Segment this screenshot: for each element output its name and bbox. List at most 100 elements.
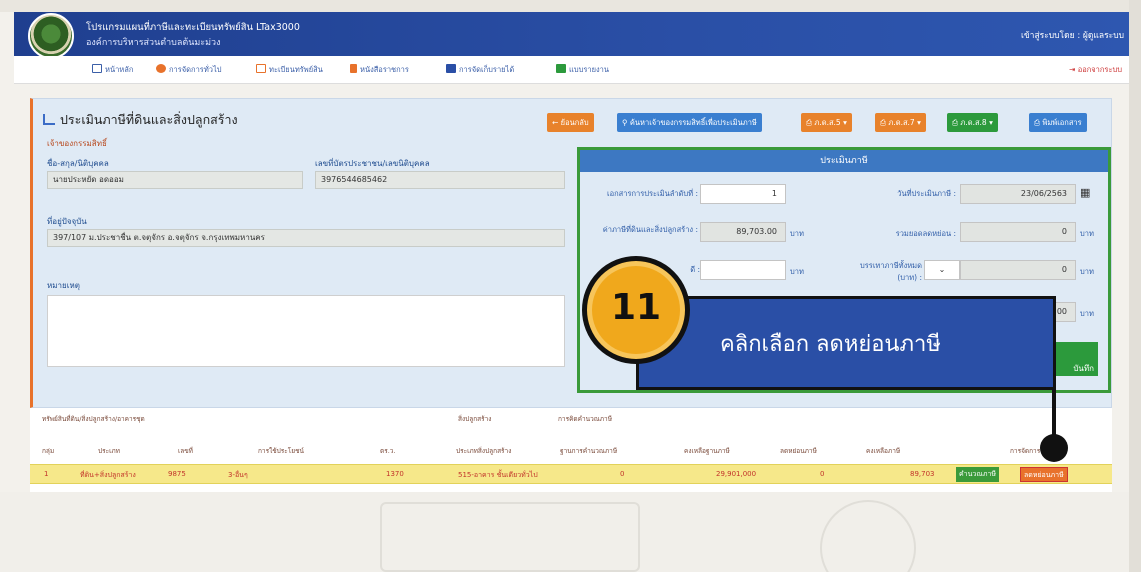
exempt-select[interactable]: ⌄	[924, 260, 960, 280]
cell-discount: 0	[820, 470, 825, 478]
col-discount: ลดหย่อนภาษี	[780, 447, 817, 455]
col-remaining-base: คงเหลือฐานภาษี	[684, 447, 730, 455]
address-label: ที่อยู่ปัจจุบัน	[47, 217, 87, 226]
tax-label: ค่าภาษีที่ดินและสิ่งปลูกสร้าง :	[602, 225, 698, 234]
org-name: องค์การบริหารส่วนตำบลต้นมะม่วง	[86, 38, 221, 48]
calculate-tax-button[interactable]: คำนวณภาษี	[956, 467, 999, 482]
owner-name-field[interactable]: นายประหยัด อดออม	[47, 171, 303, 189]
print-label: พิมพ์เอกสาร	[1042, 118, 1082, 127]
form7-button[interactable]: ⎙ ภ.ด.ส.7 ▾	[875, 113, 926, 132]
arrow-left-icon: ←	[552, 118, 561, 127]
nav-home-label: หน้าหลัก	[105, 65, 134, 74]
cell-remaining-base: 29,901,000	[716, 470, 757, 478]
search-owner-label: ค้นหาเจ้าของกรรมสิทธิ์เพื่อประเมินภาษี	[629, 118, 757, 127]
name-label: ชื่อ-สกุล/นิติบุคคล	[47, 159, 109, 168]
nav-property-label: ทะเบียนทรัพย์สิน	[269, 65, 323, 74]
search-owner-button[interactable]: ⚲ ค้นหาเจ้าของกรรมสิทธิ์เพื่อประเมินภาษี	[617, 113, 762, 132]
search-icon: ⚲	[622, 118, 630, 127]
table-group-property: ทรัพย์สินที่ดิน/สิ่งปลูกสร้าง/อาคารชุด	[42, 415, 145, 423]
doc-no-input[interactable]: 1	[700, 184, 786, 204]
nav-home[interactable]: หน้าหลัก	[92, 64, 133, 76]
tax-unit: บาท	[790, 229, 804, 238]
date-label: วันที่ประเมินภาษี :	[897, 189, 956, 198]
form7-label: ภ.ด.ส.7	[888, 118, 915, 127]
id-number-field[interactable]: 3976544685462	[315, 171, 565, 189]
back-button[interactable]: ← ย้อนกลับ	[547, 113, 594, 132]
nav-reports[interactable]: แบบรายงาน	[556, 64, 609, 76]
nav-revenue-label: การจัดเก็บรายได้	[459, 65, 515, 74]
notes-label: หมายเหตุ	[47, 281, 80, 290]
callout-pointer-dot	[1040, 434, 1068, 462]
col-building-type: ประเภทสิ่งปลูกสร้าง	[456, 447, 512, 455]
tax-discount-button[interactable]: ลดหย่อนภาษี	[1020, 467, 1068, 482]
gear-icon	[156, 64, 166, 73]
doc-no-label: เอกสารการประเมินลำดับที่ :	[607, 189, 698, 198]
nav-revenue[interactable]: การจัดเก็บรายได้	[446, 64, 514, 76]
calculator-icon	[446, 64, 456, 73]
app-title: โปรแกรมแผนที่ภาษีและทะเบียนทรัพย์สิน LTa…	[86, 22, 300, 33]
callout-text: คลิกเลือก ลดหย่อนภาษี	[720, 332, 941, 357]
partial-unit: บาท	[790, 267, 804, 276]
col-number: เลขที่	[178, 447, 193, 455]
back-button-label: ย้อนกลับ	[560, 118, 589, 127]
print-button[interactable]: ⎙ พิมพ์เอกสาร	[1029, 113, 1087, 132]
assessment-header: ประเมินภาษี	[580, 150, 1108, 172]
form8-button[interactable]: ⎙ ภ.ด.ส.8 ▾	[947, 113, 998, 132]
notes-textarea[interactable]	[47, 295, 565, 367]
nav-property[interactable]: ทะเบียนทรัพย์สิน	[256, 64, 323, 76]
table-group-calc: การคิดคำนวณภาษี	[558, 415, 612, 423]
form8-label: ภ.ด.ส.8	[960, 118, 987, 127]
report-icon	[556, 64, 566, 73]
document-icon	[350, 64, 357, 73]
cell-usage: 3-อื่นๆ	[228, 471, 248, 479]
table-row[interactable]: 1 ที่ดิน+สิ่งปลูกสร้าง 9875 3-อื่นๆ 1370…	[30, 464, 1112, 484]
owner-section-label: เจ้าของกรรมสิทธิ์	[47, 139, 107, 148]
page-edge	[1129, 0, 1141, 572]
cell-number: 9875	[168, 470, 186, 478]
table-group-building: สิ่งปลูกสร้าง	[458, 415, 492, 423]
page-title: ประเมินภาษีที่ดินและสิ่งปลูกสร้าง	[43, 110, 238, 130]
app-header: โปรแกรมแผนที่ภาษีและทะเบียนทรัพย์สิน LTa…	[14, 12, 1130, 59]
col-area: ตร.ว.	[380, 447, 396, 455]
calendar-icon[interactable]: ▦	[1080, 186, 1090, 199]
col-group: กลุ่ม	[42, 447, 55, 455]
exempt-label: บรรเทาภาษีทั้งหมด (บาท) :	[860, 261, 922, 282]
nav-letters-label: หนังสือราชการ	[360, 65, 409, 74]
login-info: เข้าสู่ระบบโดย : ผู้ดูแลระบบ	[1020, 31, 1124, 41]
chart-icon	[43, 114, 55, 125]
page-title-text: ประเมินภาษีที่ดินและสิ่งปลูกสร้าง	[60, 112, 238, 127]
col-usage: การใช้ประโยชน์	[258, 447, 304, 455]
form5-label: ภ.ด.ส.5	[814, 118, 841, 127]
exempt-amount-input[interactable]: 0	[960, 260, 1076, 280]
discount-total-label: รวมยอดลดหย่อน :	[895, 229, 956, 238]
page-bottom	[0, 492, 1141, 572]
tax-amount-input[interactable]: 89,703.00	[700, 222, 786, 242]
logout-icon: ⇥	[1069, 65, 1078, 74]
form5-button[interactable]: ⎙ ภ.ด.ส.5 ▾	[801, 113, 852, 132]
col-remaining-tax: คงเหลือภาษี	[866, 447, 901, 455]
main-nav: หน้าหลัก การจัดการทั่วไป ทะเบียนทรัพย์สิ…	[14, 56, 1130, 84]
partial-input[interactable]	[700, 260, 786, 280]
decorative-box	[380, 502, 640, 572]
book-icon	[256, 64, 266, 73]
nav-general-label: การจัดการทั่วไป	[169, 65, 222, 74]
assessment-date-input[interactable]: 23/06/2563	[960, 184, 1076, 204]
cell-type: ที่ดิน+สิ่งปลูกสร้าง	[80, 471, 136, 479]
step-badge: 11	[582, 256, 690, 364]
home-icon	[92, 64, 102, 73]
logout-link[interactable]: ⇥ ออกจากระบบ	[1069, 64, 1122, 76]
nav-official-letters[interactable]: หนังสือราชการ	[350, 64, 409, 76]
exempt-unit: บาท	[1080, 267, 1094, 276]
col-base: ฐานการคำนวณภาษี	[560, 447, 618, 455]
nav-general[interactable]: การจัดการทั่วไป	[156, 64, 222, 76]
logout-label: ออกจากระบบ	[1077, 65, 1122, 74]
address-field[interactable]: 397/107 ม.ประชาชื่น ต.จตุจักร อ.จตุจักร …	[47, 229, 565, 247]
partial-label: ดี :	[690, 265, 700, 274]
cell-remaining-tax: 89,703	[910, 470, 935, 478]
cell-building-type: 515-อาคาร ชั้นเดียวทั่วไป	[458, 471, 538, 479]
org-logo	[28, 13, 74, 59]
cell-group: 1	[44, 470, 49, 478]
cell-area: 1370	[386, 470, 404, 478]
step-number: 11	[610, 287, 662, 328]
discount-total-input[interactable]: 0	[960, 222, 1076, 242]
